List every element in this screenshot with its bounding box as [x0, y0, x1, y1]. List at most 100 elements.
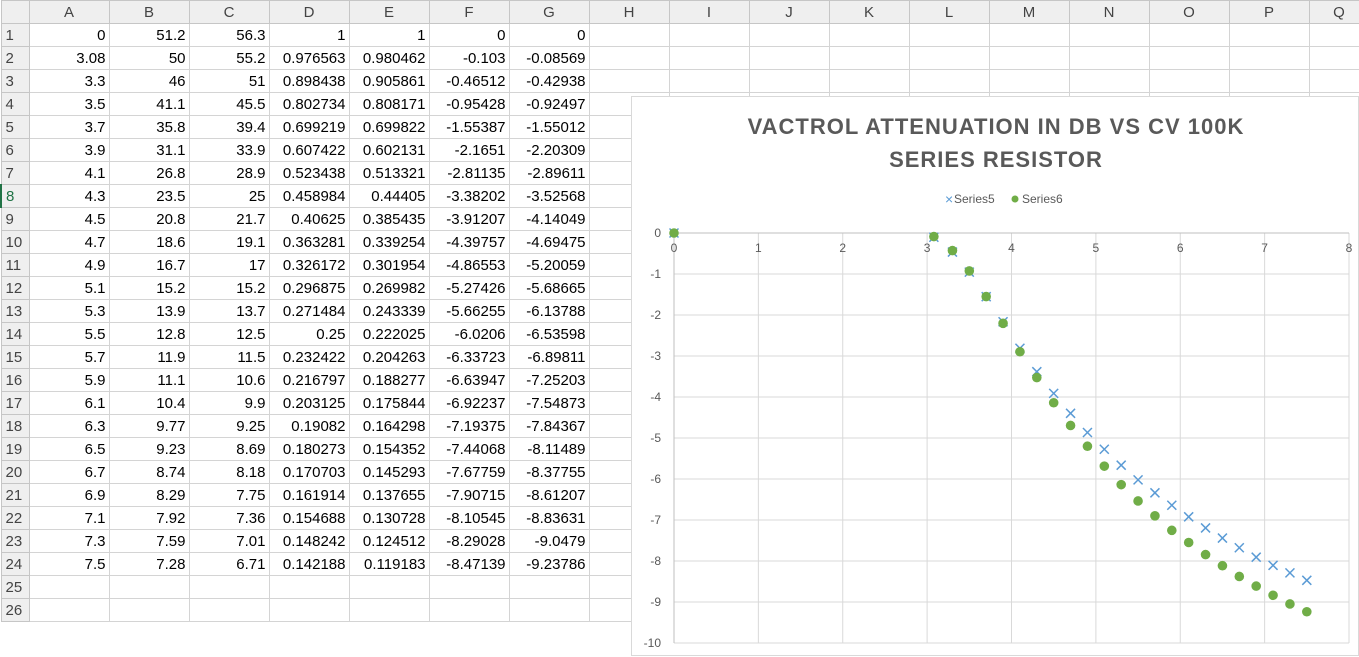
column-header-i[interactable]: I: [668, 0, 750, 24]
cell-c8[interactable]: 25: [188, 184, 270, 208]
cell-a20[interactable]: 6.7: [28, 460, 110, 484]
cell-i2[interactable]: [668, 46, 750, 70]
cell-b13[interactable]: 13.9: [108, 299, 190, 323]
cell-c11[interactable]: 17: [188, 253, 270, 277]
cell-e16[interactable]: 0.188277: [348, 368, 430, 392]
cell-g21[interactable]: -8.61207: [508, 483, 590, 507]
cell-e5[interactable]: 0.699822: [348, 115, 430, 139]
cell-d14[interactable]: 0.25: [268, 322, 350, 346]
cell-d9[interactable]: 0.40625: [268, 207, 350, 231]
cell-c2[interactable]: 55.2: [188, 46, 270, 70]
cell-p2[interactable]: [1228, 46, 1310, 70]
cell-e25[interactable]: [348, 575, 430, 599]
cell-a10[interactable]: 4.7: [28, 230, 110, 254]
cell-a12[interactable]: 5.1: [28, 276, 110, 300]
cell-l2[interactable]: [908, 46, 990, 70]
cell-f18[interactable]: -7.19375: [428, 414, 510, 438]
cell-d6[interactable]: 0.607422: [268, 138, 350, 162]
cell-a6[interactable]: 3.9: [28, 138, 110, 162]
cell-b9[interactable]: 20.8: [108, 207, 190, 231]
cell-q3[interactable]: [1308, 69, 1359, 93]
cell-b2[interactable]: 50: [108, 46, 190, 70]
cell-f6[interactable]: -2.1651: [428, 138, 510, 162]
row-header[interactable]: 9: [0, 207, 30, 231]
cell-b7[interactable]: 26.8: [108, 161, 190, 185]
cell-f5[interactable]: -1.55387: [428, 115, 510, 139]
cell-g12[interactable]: -5.68665: [508, 276, 590, 300]
cell-g17[interactable]: -7.54873: [508, 391, 590, 415]
cell-g14[interactable]: -6.53598: [508, 322, 590, 346]
cell-a8[interactable]: 4.3: [28, 184, 110, 208]
cell-c9[interactable]: 21.7: [188, 207, 270, 231]
cell-e8[interactable]: 0.44405: [348, 184, 430, 208]
row-header[interactable]: 15: [0, 345, 30, 369]
cell-q2[interactable]: [1308, 46, 1359, 70]
column-header-f[interactable]: F: [428, 0, 510, 24]
cell-d19[interactable]: 0.180273: [268, 437, 350, 461]
cell-k1[interactable]: [828, 23, 910, 47]
cell-e3[interactable]: 0.905861: [348, 69, 430, 93]
cell-c21[interactable]: 7.75: [188, 483, 270, 507]
cell-g22[interactable]: -8.83631: [508, 506, 590, 530]
cell-f25[interactable]: [428, 575, 510, 599]
cell-g23[interactable]: -9.0479: [508, 529, 590, 553]
cell-a24[interactable]: 7.5: [28, 552, 110, 576]
cell-b25[interactable]: [108, 575, 190, 599]
cell-p1[interactable]: [1228, 23, 1310, 47]
cell-c4[interactable]: 45.5: [188, 92, 270, 116]
row-header[interactable]: 5: [0, 115, 30, 139]
row-header[interactable]: 4: [0, 92, 30, 116]
cell-f10[interactable]: -4.39757: [428, 230, 510, 254]
cell-b15[interactable]: 11.9: [108, 345, 190, 369]
cell-e6[interactable]: 0.602131: [348, 138, 430, 162]
cell-c25[interactable]: [188, 575, 270, 599]
cell-b18[interactable]: 9.77: [108, 414, 190, 438]
cell-f8[interactable]: -3.38202: [428, 184, 510, 208]
cell-g15[interactable]: -6.89811: [508, 345, 590, 369]
cell-c18[interactable]: 9.25: [188, 414, 270, 438]
cell-f7[interactable]: -2.81135: [428, 161, 510, 185]
cell-p3[interactable]: [1228, 69, 1310, 93]
cell-b21[interactable]: 8.29: [108, 483, 190, 507]
row-header[interactable]: 12: [0, 276, 30, 300]
cell-d18[interactable]: 0.19082: [268, 414, 350, 438]
cell-h2[interactable]: [588, 46, 670, 70]
cell-m2[interactable]: [988, 46, 1070, 70]
cell-b5[interactable]: 35.8: [108, 115, 190, 139]
cell-g9[interactable]: -4.14049: [508, 207, 590, 231]
cell-f24[interactable]: -8.47139: [428, 552, 510, 576]
cell-e2[interactable]: 0.980462: [348, 46, 430, 70]
cell-d26[interactable]: [268, 598, 350, 622]
row-header[interactable]: 14: [0, 322, 30, 346]
cell-g3[interactable]: -0.42938: [508, 69, 590, 93]
cell-a3[interactable]: 3.3: [28, 69, 110, 93]
cell-a17[interactable]: 6.1: [28, 391, 110, 415]
cell-b16[interactable]: 11.1: [108, 368, 190, 392]
cell-f2[interactable]: -0.103: [428, 46, 510, 70]
cell-a7[interactable]: 4.1: [28, 161, 110, 185]
cell-b1[interactable]: 51.2: [108, 23, 190, 47]
cell-g24[interactable]: -9.23786: [508, 552, 590, 576]
cell-e18[interactable]: 0.164298: [348, 414, 430, 438]
cell-o1[interactable]: [1148, 23, 1230, 47]
cell-g5[interactable]: -1.55012: [508, 115, 590, 139]
cell-d3[interactable]: 0.898438: [268, 69, 350, 93]
cell-j3[interactable]: [748, 69, 830, 93]
cell-k3[interactable]: [828, 69, 910, 93]
cell-b23[interactable]: 7.59: [108, 529, 190, 553]
cell-d1[interactable]: 1: [268, 23, 350, 47]
cell-e14[interactable]: 0.222025: [348, 322, 430, 346]
cell-b11[interactable]: 16.7: [108, 253, 190, 277]
cell-c26[interactable]: [188, 598, 270, 622]
cell-a1[interactable]: 0: [28, 23, 110, 47]
column-header-d[interactable]: D: [268, 0, 350, 24]
cell-c5[interactable]: 39.4: [188, 115, 270, 139]
cell-a18[interactable]: 6.3: [28, 414, 110, 438]
cell-o2[interactable]: [1148, 46, 1230, 70]
cell-d5[interactable]: 0.699219: [268, 115, 350, 139]
cell-c6[interactable]: 33.9: [188, 138, 270, 162]
cell-k2[interactable]: [828, 46, 910, 70]
column-header-c[interactable]: C: [188, 0, 270, 24]
cell-b3[interactable]: 46: [108, 69, 190, 93]
cell-d23[interactable]: 0.148242: [268, 529, 350, 553]
